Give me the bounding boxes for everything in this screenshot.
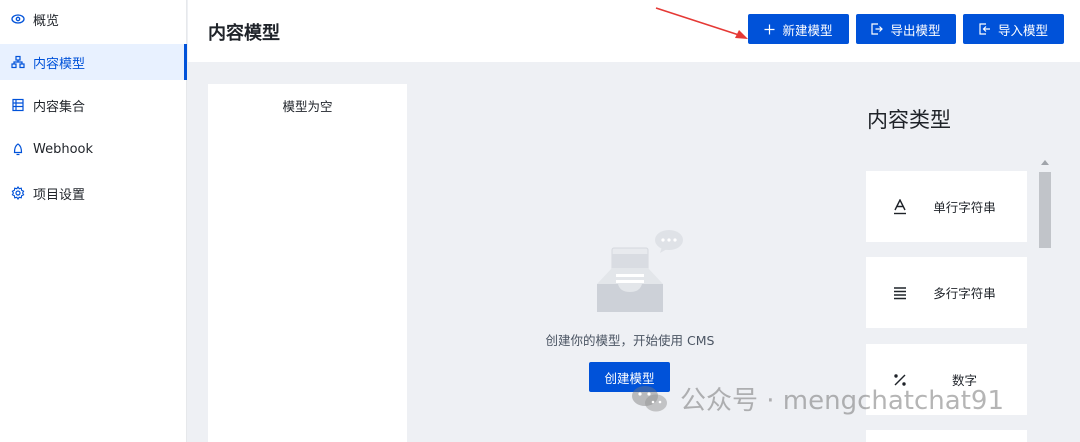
collection-icon (11, 98, 25, 112)
content-type-partial-card[interactable] (866, 430, 1027, 442)
sidebar-item-label: 内容模型 (33, 56, 86, 72)
annotation-arrow (655, 7, 748, 39)
sidebar-item-content-collection[interactable]: 内容集合 (0, 87, 187, 123)
watermark: 公众号 · mengchatchat91 (630, 380, 1004, 417)
sidebar-item-webhook[interactable]: Webhook (0, 131, 187, 167)
sidebar-item-content-model[interactable]: 内容模型 (0, 44, 187, 80)
page-title: 内容模型 (208, 23, 280, 44)
wechat-logo-icon (632, 385, 667, 411)
sidebar-item-label: 内容集合 (33, 99, 86, 115)
webhook-icon (11, 142, 25, 156)
sidebar: 概览 内容模型 内容集合 Webhook 项目设置 (0, 0, 187, 442)
sidebar-item-label: 概览 (33, 13, 60, 29)
scroll-up-arrow-icon[interactable] (1041, 160, 1049, 165)
content-types-title: 内容类型 (867, 108, 951, 132)
export-model-button[interactable]: 导出模型 (856, 14, 956, 44)
export-model-label: 导出模型 (890, 22, 941, 38)
model-list-empty-text: 模型为空 (282, 99, 333, 114)
empty-inbox-icon (597, 230, 683, 312)
sidebar-item-label: Webhook (33, 141, 94, 157)
scrollbar-thumb[interactable] (1039, 172, 1051, 248)
empty-state-message: 创建你的模型，开始使用 CMS (545, 333, 715, 348)
import-model-label: 导入模型 (997, 22, 1048, 38)
model-icon (11, 55, 25, 69)
export-icon (871, 23, 884, 35)
content-type-multi-line[interactable]: 多行字符串 (866, 257, 1027, 328)
model-list-panel: 模型为空 (208, 84, 407, 442)
content-type-label: 单行字符串 (933, 200, 996, 215)
sidebar-item-project-settings[interactable]: 项目设置 (0, 175, 187, 211)
gear-icon (11, 186, 25, 200)
import-icon (979, 23, 991, 35)
import-model-button[interactable]: 导入模型 (963, 14, 1064, 44)
content-type-label: 多行字符串 (933, 286, 996, 301)
eye-icon (11, 12, 25, 26)
new-model-label: 新建模型 (782, 22, 833, 38)
watermark-text: 公众号 · mengchatchat91 (680, 386, 1004, 416)
plus-icon (764, 24, 775, 35)
content-types-scrollbar[interactable] (1038, 160, 1052, 442)
content-type-single-line[interactable]: 单行字符串 (866, 171, 1027, 242)
new-model-button[interactable]: 新建模型 (748, 14, 849, 44)
sidebar-item-label: 项目设置 (33, 187, 86, 203)
sidebar-item-overview[interactable]: 概览 (0, 1, 187, 37)
